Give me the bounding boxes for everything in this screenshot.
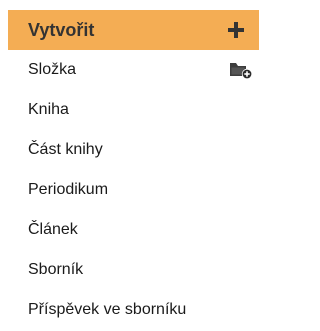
menu-item-label: Složka [28, 61, 77, 78]
menu-item-label: Část knihy [28, 141, 103, 158]
menu-item-article[interactable]: Článek [8, 210, 259, 250]
menu-item-folder[interactable]: Složka [8, 50, 259, 90]
menu-item-label: Kniha [28, 101, 69, 118]
menu-item-label: Příspěvek ve sborníku [28, 301, 187, 318]
menu-item-book[interactable]: Kniha [8, 90, 259, 130]
create-menu-title: Vytvořit [28, 20, 95, 40]
menu-item-label: Periodikum [28, 181, 109, 198]
menu-item-periodical[interactable]: Periodikum [8, 170, 259, 210]
menu-item-label: Sborník [28, 261, 84, 278]
menu-item-proceedings-contribution[interactable]: Příspěvek ve sborníku [8, 290, 259, 330]
menu-item-proceedings[interactable]: Sborník [8, 250, 259, 290]
create-menu-list: Složka Kniha Část knihy Periodikum Článe… [8, 50, 259, 330]
menu-item-label: Článek [28, 221, 78, 238]
menu-item-book-part[interactable]: Část knihy [8, 130, 259, 170]
folder-add-icon[interactable] [229, 60, 253, 80]
create-menu-header[interactable]: Vytvořit [8, 10, 259, 50]
plus-icon[interactable] [227, 21, 245, 39]
create-menu-panel: Vytvořit Složka Kniha Část knihy Periodi… [8, 10, 259, 331]
